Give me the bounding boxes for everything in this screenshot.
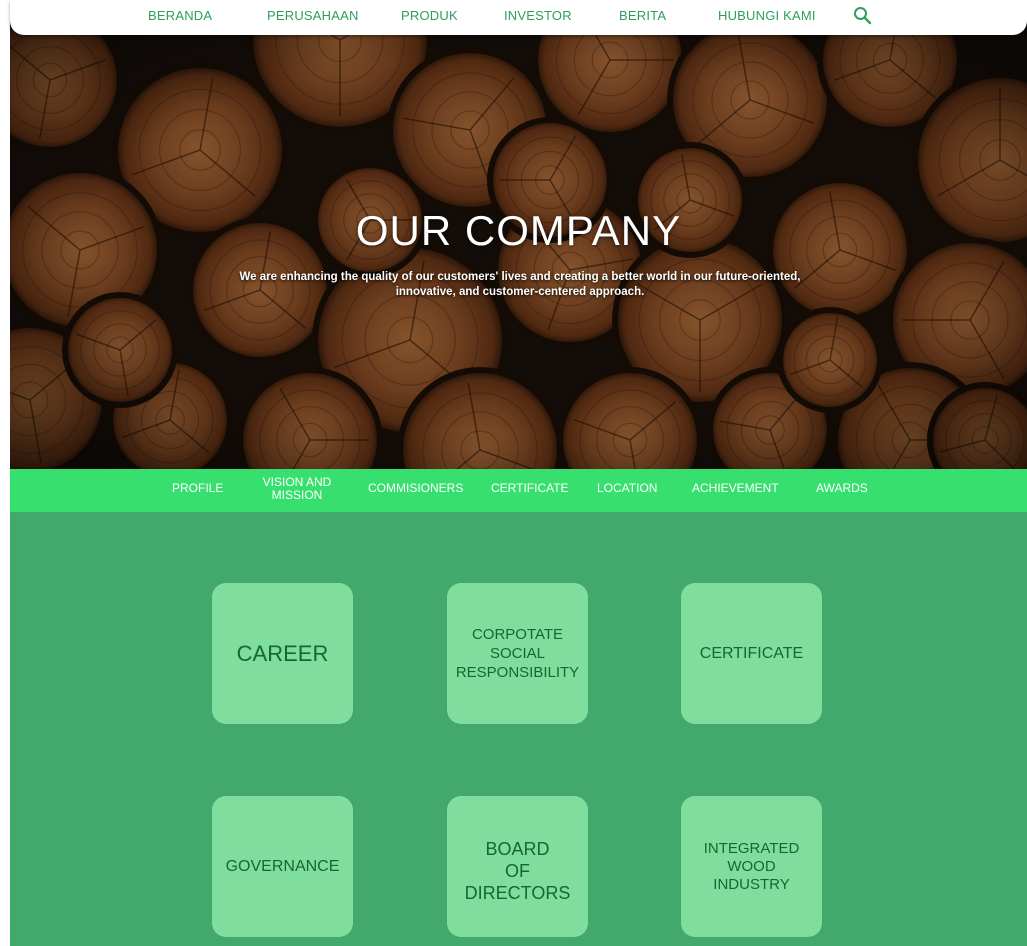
card-label: INTEGRATED WOOD INDUSTRY	[703, 839, 800, 893]
card-corporate-social-responsibility[interactable]: CORPOTATE SOCIAL RESPONSIBILITY	[447, 583, 588, 724]
subnav-label: AWARDS	[816, 481, 868, 495]
card-board-of-directors[interactable]: BOARD OF DIRECTORS	[447, 796, 588, 937]
subnav-item-location[interactable]: LOCATION	[597, 482, 657, 495]
search-icon[interactable]	[852, 5, 874, 27]
card-label: BOARD OF DIRECTORS	[464, 838, 571, 903]
company-subnav: PROFILE VISION AND MISSION COMMISIONERS …	[10, 469, 1027, 512]
subnav-item-awards[interactable]: AWARDS	[816, 482, 868, 495]
subnav-item-achievement[interactable]: ACHIEVEMENT	[692, 482, 779, 495]
subnav-label: MISSION	[271, 488, 323, 502]
hero-subtitle-line1: We are enhancing the quality of our cust…	[239, 271, 801, 283]
card-governance[interactable]: GOVERNANCE	[212, 796, 353, 937]
subnav-label: PROFILE	[172, 481, 224, 495]
subnav-label: COMMISIONERS	[368, 481, 464, 495]
nav-item-hubungi-kami[interactable]: HUBUNGI KAMI	[718, 8, 816, 23]
card-label: CERTIFICATE	[699, 644, 804, 662]
hero-title: OUR COMPANY	[355, 207, 682, 254]
card-label: GOVERNANCE	[225, 857, 340, 875]
nav-item-berita[interactable]: BERITA	[619, 8, 666, 23]
card-career[interactable]: CAREER	[212, 583, 353, 724]
company-sections-grid: CAREER CORPOTATE SOCIAL RESPONSIBILITY C…	[10, 512, 1027, 946]
subnav-item-certificate[interactable]: CERTIFICATE	[491, 482, 569, 495]
card-label: CAREER	[236, 640, 329, 666]
nav-item-investor[interactable]: INVESTOR	[504, 8, 572, 23]
subnav-label: LOCATION	[597, 481, 658, 495]
nav-item-perusahaan[interactable]: PERUSAHAAN	[267, 8, 359, 23]
card-label: CORPOTATE SOCIAL RESPONSIBILITY	[455, 626, 580, 681]
nav-item-beranda[interactable]: BERANDA	[148, 8, 212, 23]
top-navigation: BERANDA PERUSAHAAN PRODUK INVESTOR BERIT…	[10, 0, 1027, 35]
subnav-item-vision-mission[interactable]: VISION AND MISSION	[258, 476, 336, 502]
subnav-label: ACHIEVEMENT	[692, 481, 779, 495]
subnav-item-profile[interactable]: PROFILE	[172, 482, 223, 495]
hero-subtitle-line2: innovative, and customer-centered approa…	[395, 286, 645, 298]
hero-banner: OUR COMPANY We are enhancing the quality…	[10, 20, 1027, 470]
hero-subtitle: We are enhancing the quality of our cust…	[215, 270, 825, 300]
subnav-item-commisioners[interactable]: COMMISIONERS	[368, 482, 463, 495]
card-integrated-wood-industry[interactable]: INTEGRATED WOOD INDUSTRY	[681, 796, 822, 937]
subnav-label: CERTIFICATE	[491, 481, 569, 495]
nav-item-produk[interactable]: PRODUK	[401, 8, 458, 23]
card-certificate[interactable]: CERTIFICATE	[681, 583, 822, 724]
